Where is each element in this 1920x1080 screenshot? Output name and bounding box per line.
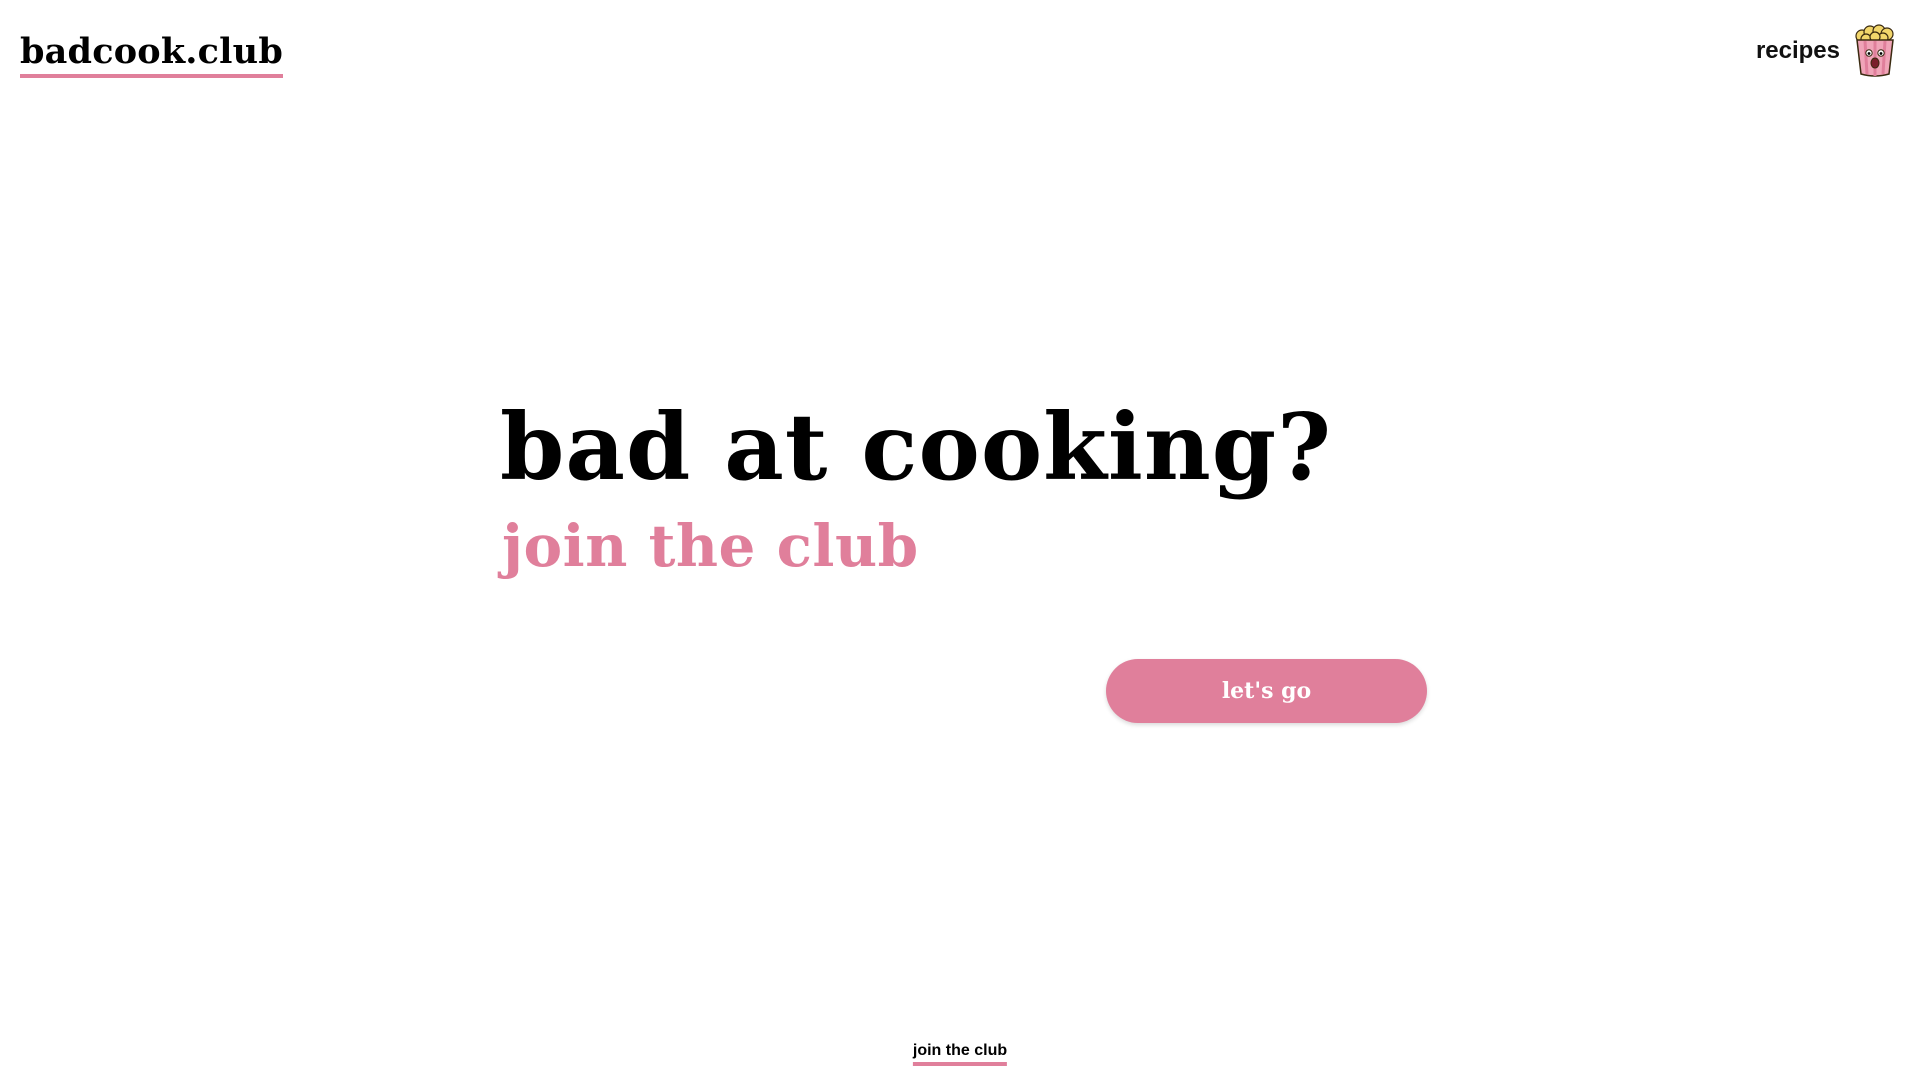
top-nav: recipes: [1756, 24, 1900, 78]
nav-link-recipes[interactable]: recipes: [1756, 37, 1840, 65]
site-logo-link[interactable]: badcook.club: [20, 30, 283, 78]
page: badcook.club recipes bad at cooking? joi…: [0, 0, 1920, 1080]
footer-join-link[interactable]: join the club: [912, 1042, 1008, 1066]
hero-subtitle: join the club: [502, 512, 919, 580]
hero-title: bad at cooking?: [500, 393, 1332, 501]
popcorn-bucket-icon[interactable]: [1850, 24, 1900, 78]
lets-go-button[interactable]: let's go: [1106, 659, 1427, 723]
